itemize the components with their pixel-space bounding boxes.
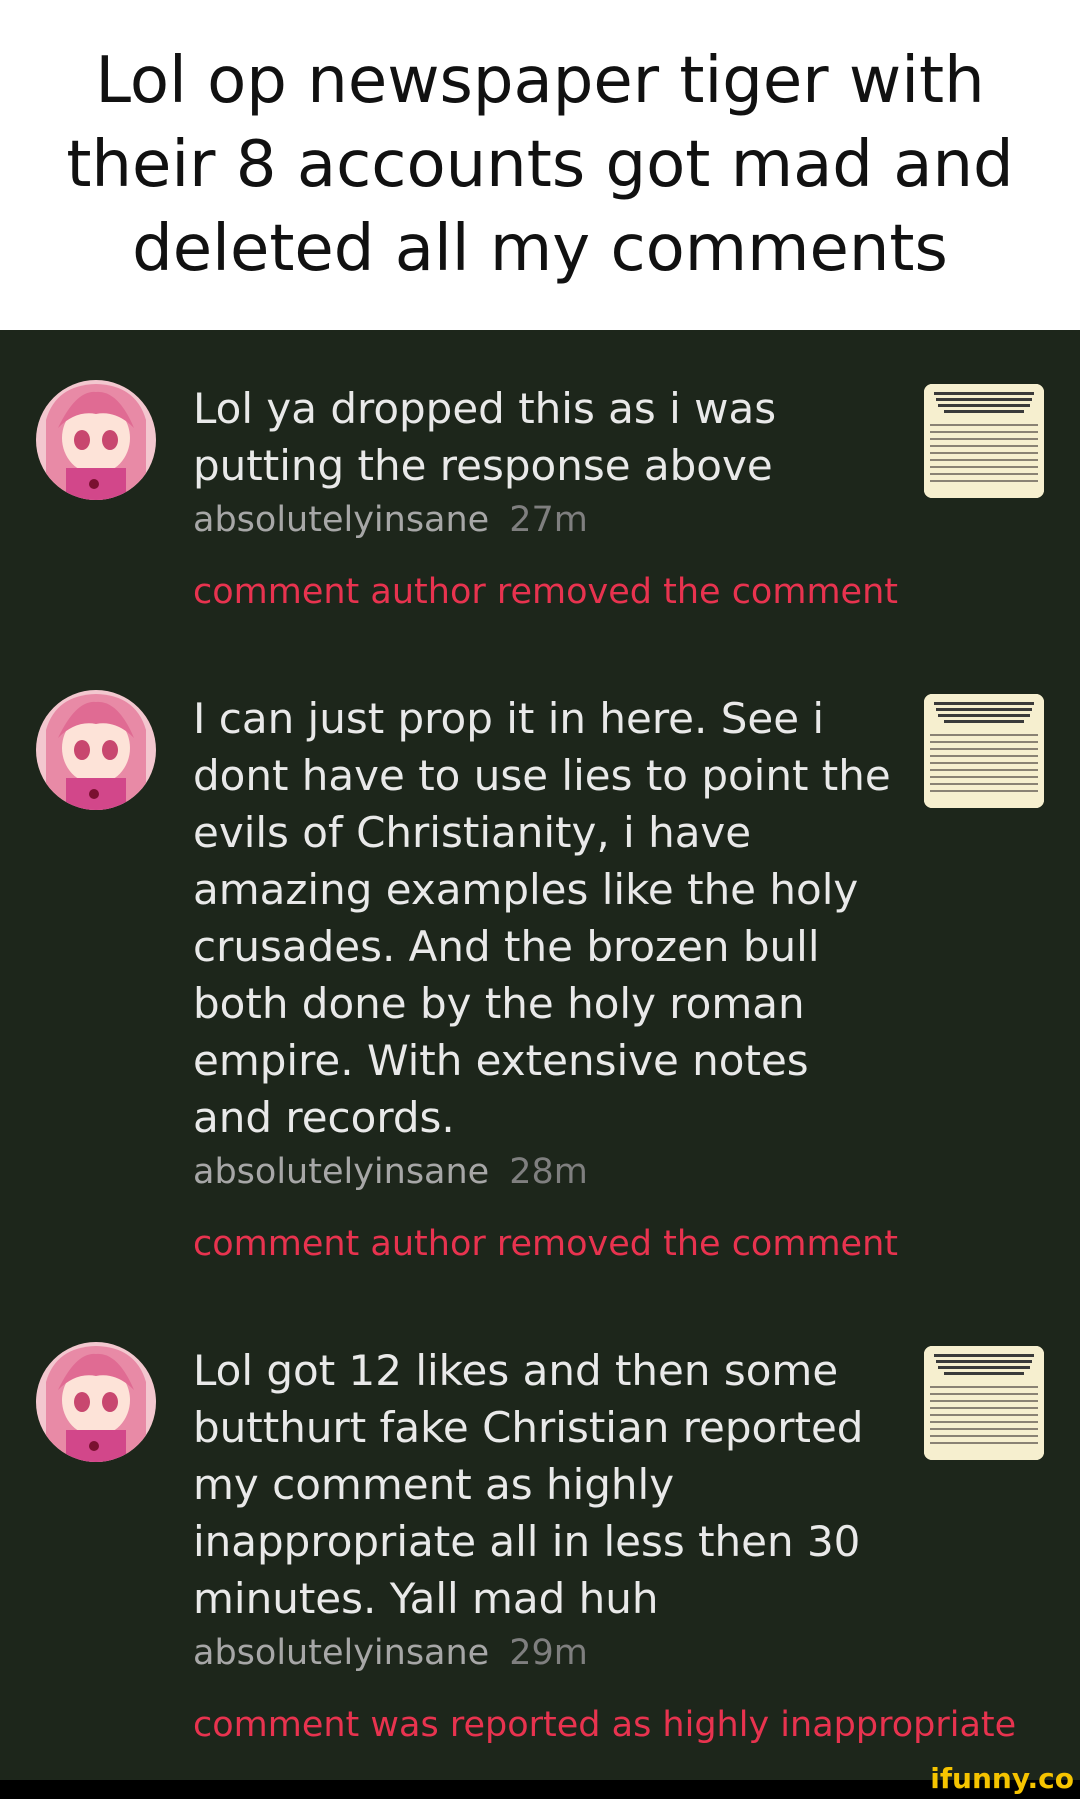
comment-text: Lol ya dropped this as i was putting the… [193, 384, 777, 490]
meme-caption-area: Lol op newspaper tiger with their 8 acco… [0, 0, 1080, 330]
anime-avatar-icon [36, 1342, 156, 1462]
anime-avatar-icon [36, 380, 156, 500]
meme-caption: Lol op newspaper tiger with their 8 acco… [66, 44, 1014, 286]
comment-author[interactable]: absolutelyinsane [193, 500, 489, 540]
comment-author[interactable]: absolutelyinsane [193, 1152, 489, 1192]
news-clipping-thumbnail [924, 1346, 1044, 1460]
attached-image-thumbnail[interactable] [924, 384, 1044, 498]
removed-notice: comment author removed the comment [193, 572, 898, 612]
comment-time: 27m [509, 500, 588, 540]
user-avatar[interactable] [36, 1342, 156, 1462]
comment-time: 28m [509, 1152, 588, 1192]
removed-notice: comment author removed the comment [193, 1224, 898, 1264]
comment-text: I can just prop it in here. See i dont h… [193, 694, 891, 1142]
comment-meta: absolutelyinsane 29m [193, 1631, 893, 1675]
attached-image-thumbnail[interactable] [924, 694, 1044, 808]
footer-bar [0, 1780, 1080, 1799]
anime-avatar-icon [36, 690, 156, 810]
reported-notice: comment was reported as highly inappropr… [193, 1705, 1017, 1745]
comments-panel: Lol ya dropped this as i was putting the… [0, 330, 1080, 1780]
news-clipping-thumbnail [924, 694, 1044, 808]
user-avatar[interactable] [36, 380, 156, 500]
comment-meta: absolutelyinsane 28m [193, 1150, 893, 1194]
comment-body: Lol ya dropped this as i was putting the… [193, 380, 898, 614]
comment-body: Lol got 12 likes and then some butthurt … [193, 1342, 1017, 1747]
news-clipping-thumbnail [924, 384, 1044, 498]
user-avatar[interactable] [36, 690, 156, 810]
comment-text: Lol got 12 likes and then some butthurt … [193, 1346, 864, 1623]
comment-meta: absolutelyinsane 27m [193, 498, 893, 542]
site-watermark: ifunny.co [930, 1762, 1074, 1795]
comment-body: I can just prop it in here. See i dont h… [193, 690, 898, 1266]
attached-image-thumbnail[interactable] [924, 1346, 1044, 1460]
comment-time: 29m [509, 1633, 588, 1673]
comment-author[interactable]: absolutelyinsane [193, 1633, 489, 1673]
